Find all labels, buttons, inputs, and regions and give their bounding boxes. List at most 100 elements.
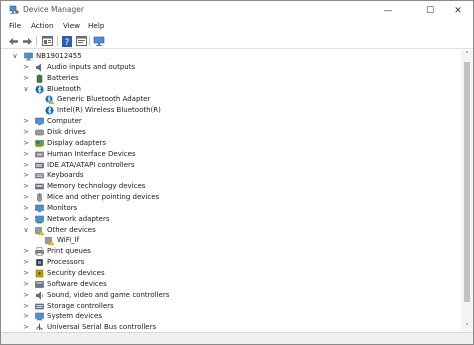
expand-chevron[interactable]: > [22,128,30,137]
properties-icon[interactable] [41,35,53,47]
tree-item-other-devices[interactable]: ∨ Other devices [3,225,461,236]
tree-item-label: System devices [47,312,102,321]
display-adapter-icon [35,139,44,148]
tree-item-monitors[interactable]: > Monitors [3,203,461,214]
speaker-icon [35,63,44,72]
tree-item-bluetooth[interactable]: ∨ Bluetooth [3,84,461,95]
tree-item-batteries[interactable]: > Batteries [3,73,461,84]
expand-chevron[interactable]: > [22,323,30,330]
tree-item-label: Disk drives [47,127,86,136]
menu-file[interactable]: File [9,21,21,30]
svg-text:?: ? [65,38,70,47]
collapse-chevron[interactable]: ∨ [22,226,30,235]
keyboard-icon [35,171,44,180]
menu-view[interactable]: View [63,21,80,30]
expand-chevron[interactable]: > [22,161,30,170]
back-icon[interactable] [7,35,19,47]
monitor-icon [35,204,44,213]
scroll-down-arrow[interactable]: ˅ [461,322,473,332]
expand-chevron[interactable]: > [22,117,30,126]
computer-icon [24,52,33,61]
tree-item-universal-serial-bus-controllers[interactable]: > Universal Serial Bus controllers [3,322,461,330]
tree-item-label: WiFi_lf [57,236,80,245]
tree-item-label: Computer [47,117,82,126]
printer-icon [35,247,44,257]
tree-item-label: Human Interface Devices [47,149,136,158]
expand-chevron[interactable]: > [22,182,30,191]
vertical-scrollbar[interactable]: ˄ ˅ [461,50,473,332]
expand-chevron[interactable]: > [22,63,30,72]
expand-chevron[interactable]: > [22,247,30,256]
update-driver-icon[interactable] [75,35,87,47]
menu-help[interactable]: Help [88,21,104,30]
expand-chevron[interactable]: > [22,291,30,300]
tree-item-sound-video-and-game-controllers[interactable]: > Sound, video and game controllers [3,290,461,301]
hid-icon [35,150,44,159]
close-button[interactable]: ✕ [441,1,474,20]
tree-item-label: NB19012455 [36,52,82,60]
tree-item-label: Other devices [47,225,96,234]
tree-item-keyboards[interactable]: > Keyboards [3,170,461,181]
processor-icon [35,258,44,267]
expand-chevron[interactable]: > [22,312,30,321]
expand-chevron[interactable]: > [22,258,30,267]
scroll-thumb[interactable] [464,62,470,302]
tree-item-processors[interactable]: > Processors [3,257,461,268]
tree-item-disk-drives[interactable]: > Disk drives [3,127,461,138]
expand-chevron[interactable]: > [22,171,30,180]
menu-action[interactable]: Action [31,21,54,30]
tree-item-display-adapters[interactable]: > Display adapters [3,138,461,149]
toolbar: ? [1,34,473,49]
expand-chevron[interactable]: > [22,193,30,202]
tree-item-memory-technology-devices[interactable]: > Memory technology devices [3,181,461,192]
toolbar-separator [89,36,90,46]
collapse-chevron[interactable]: ∨ [22,85,30,94]
expand-chevron[interactable]: > [22,74,30,83]
scroll-up-arrow[interactable]: ˄ [461,50,473,60]
expand-chevron[interactable]: > [22,280,30,289]
scan-hardware-icon[interactable] [93,35,105,47]
expand-chevron[interactable]: > [22,269,30,278]
tree-item-network-adapters[interactable]: > Network adapters [3,214,461,225]
tree-item-intel-r-wireless-bluetooth-r[interactable]: Intel(R) Wireless Bluetooth(R) [3,105,461,116]
network-adapter-icon [35,215,44,224]
tree-item-storage-controllers[interactable]: > Storage controllers [3,301,461,312]
tree-item-label: Keyboards [47,171,84,180]
tree-item-ide-ata-atapi-controllers[interactable]: > IDE ATA/ATAPI controllers [3,160,461,171]
tree-item-label: Software devices [47,279,107,288]
help-icon[interactable]: ? [61,35,73,47]
title-bar[interactable]: Device Manager — ☐ ✕ [1,1,473,20]
expand-chevron[interactable]: > [22,150,30,159]
device-tree: ∨ NB19012455 > Audio inputs and outputs > Bat… [3,51,461,330]
tree-item-label: Intel(R) Wireless Bluetooth(R) [57,106,161,115]
bluetooth-adapter-warning-icon [45,95,55,105]
tree-item-security-devices[interactable]: > Security devices [3,268,461,279]
tree-item-label: IDE ATA/ATAPI controllers [47,160,135,169]
tree-item-label: Security devices [47,269,105,277]
tree-item-human-interface-devices[interactable]: > Human Interface Devices [3,149,461,160]
forward-icon[interactable] [21,35,33,47]
tree-item-label: Generic Bluetooth Adapter [57,95,151,104]
tree-item-wifi-lf[interactable]: WiFi_lf [3,235,461,246]
tree-item-generic-bluetooth-adapter[interactable]: Generic Bluetooth Adapter [3,94,461,105]
tree-item-software-devices[interactable]: > Software devices [3,279,461,290]
tree-item-audio-inputs-and-outputs[interactable]: > Audio inputs and outputs [3,62,461,73]
device-manager-window: Device Manager — ☐ ✕ File Action View He… [0,0,474,345]
toolbar-separator [57,36,58,46]
minimize-button[interactable]: — [371,1,405,20]
tree-root[interactable]: ∨ NB19012455 [3,51,461,62]
expand-chevron[interactable]: > [22,302,30,311]
tree-item-print-queues[interactable]: > Print queues [3,246,461,257]
tree-item-system-devices[interactable]: > System devices [3,311,461,322]
collapse-chevron[interactable]: ∨ [11,52,19,61]
mouse-icon [35,193,44,202]
menu-bar: File Action View Help [1,20,473,33]
tree-item-computer[interactable]: > Computer [3,116,461,127]
tree-item-mice-and-other-pointing-devices[interactable]: > Mice and other pointing devices [3,192,461,203]
expand-chevron[interactable]: > [22,139,30,148]
ide-controller-icon [35,161,44,170]
expand-chevron[interactable]: > [22,204,30,213]
security-icon [35,269,44,278]
expand-chevron[interactable]: > [22,215,30,224]
tree-item-label: Memory technology devices [47,182,146,191]
